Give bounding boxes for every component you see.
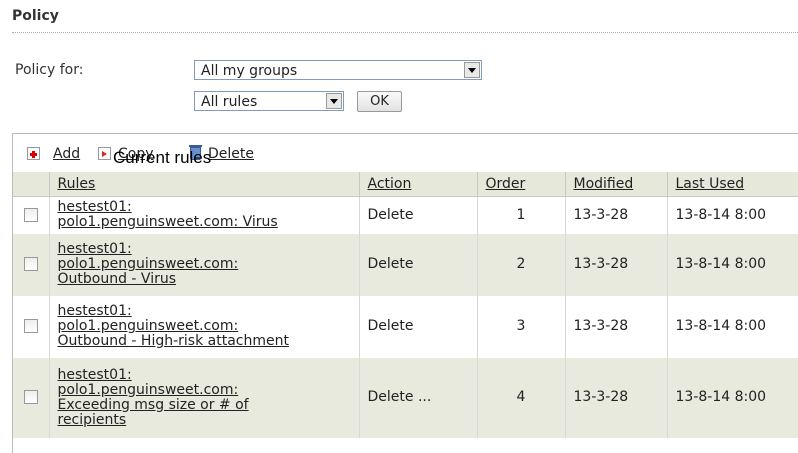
action-cell: Delete <box>359 196 478 234</box>
chevron-down-icon[interactable] <box>326 93 342 109</box>
rule-cell: hestest01: polo1.penguinsweet.com: Outboun… <box>49 295 360 358</box>
modified-cell: 13-3-28 <box>565 357 668 438</box>
row-checkbox[interactable] <box>23 319 38 333</box>
table-caption: Current rules <box>113 148 212 167</box>
column-header-action[interactable]: Action <box>359 172 478 197</box>
add-icon[interactable] <box>27 147 40 160</box>
row-checkbox[interactable] <box>23 257 38 271</box>
last-used-cell: 13-8-14 8:00 <box>667 295 798 358</box>
header-select <box>13 172 50 197</box>
rules-toolbar: Add Copy Delete Current rules <box>13 134 798 171</box>
copy-icon[interactable] <box>98 147 111 160</box>
rule-link[interactable]: hestest01: polo1.penguinsweet.com: Exceedi… <box>58 367 249 428</box>
order-cell: 1 <box>477 196 566 234</box>
last-used-cell: 13-8-14 8:00 <box>667 357 798 438</box>
rules-table: Rules Action Order Modified Last Used he… <box>13 172 798 438</box>
row-checkbox[interactable] <box>23 207 38 222</box>
rule-cell: hestest01: polo1.penguinsweet.com: Exceedi… <box>49 357 360 438</box>
delete-link[interactable]: Delete <box>208 146 254 162</box>
rule-link[interactable]: hestest01: polo1.penguinsweet.com: Outboun… <box>58 303 289 349</box>
row-select-cell <box>13 357 50 438</box>
action-cell: Delete <box>359 233 478 296</box>
rule-link[interactable]: hestest01: polo1.penguinsweet.com: Virus <box>58 199 278 230</box>
modified-cell: 13-3-28 <box>565 196 668 234</box>
rules-select-value: All rules <box>201 94 258 110</box>
rules-panel: Add Copy Delete Current rules Rules Acti… <box>12 133 798 453</box>
column-header-last-used[interactable]: Last Used <box>667 172 798 197</box>
row-select-cell <box>13 233 50 296</box>
group-select-value: All my groups <box>201 63 298 79</box>
order-cell: 3 <box>477 295 566 358</box>
column-header-modified[interactable]: Modified <box>565 172 668 197</box>
last-used-cell: 13-8-14 8:00 <box>667 233 798 296</box>
table-row: hestest01: polo1.penguinsweet.com: Virus … <box>13 196 798 234</box>
order-cell: 4 <box>477 357 566 438</box>
page-title: Policy <box>12 8 59 24</box>
action-cell: Delete ... <box>359 357 478 438</box>
column-header-rules[interactable]: Rules <box>49 172 360 197</box>
order-cell: 2 <box>477 233 566 296</box>
table-row: hestest01: polo1.penguinsweet.com: Outboun… <box>13 233 798 296</box>
chevron-down-icon[interactable] <box>464 62 480 78</box>
rules-select[interactable]: All rules <box>194 91 344 111</box>
ok-button[interactable]: OK <box>357 91 402 112</box>
rule-cell: hestest01: polo1.penguinsweet.com: Virus <box>49 196 360 234</box>
rule-cell: hestest01: polo1.penguinsweet.com: Outboun… <box>49 233 360 296</box>
row-select-cell <box>13 295 50 358</box>
table-header-row: Rules Action Order Modified Last Used <box>13 172 798 197</box>
action-cell: Delete <box>359 295 478 358</box>
modified-cell: 13-3-28 <box>565 295 668 358</box>
row-select-cell <box>13 196 50 234</box>
modified-cell: 13-3-28 <box>565 233 668 296</box>
column-header-order[interactable]: Order <box>477 172 566 197</box>
title-divider <box>12 32 798 33</box>
policy-for-label: Policy for: <box>15 62 84 78</box>
table-row: hestest01: polo1.penguinsweet.com: Outboun… <box>13 295 798 358</box>
row-checkbox[interactable] <box>23 390 38 404</box>
rule-link[interactable]: hestest01: polo1.penguinsweet.com: Outboun… <box>58 241 239 287</box>
add-link[interactable]: Add <box>53 146 80 162</box>
group-select[interactable]: All my groups <box>194 60 482 80</box>
last-used-cell: 13-8-14 8:00 <box>667 196 798 234</box>
table-row: hestest01: polo1.penguinsweet.com: Exceedi… <box>13 357 798 438</box>
